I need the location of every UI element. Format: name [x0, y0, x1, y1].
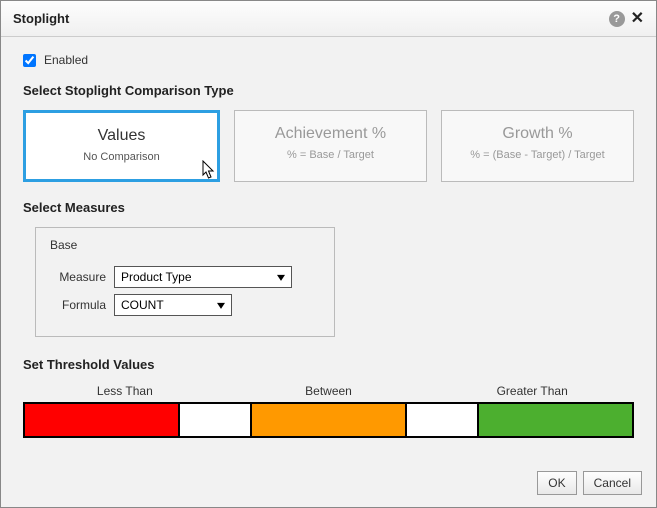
- formula-select[interactable]: COUNT: [114, 294, 232, 316]
- measures-legend: Base: [46, 238, 81, 252]
- enabled-row: Enabled: [23, 53, 634, 67]
- ok-button[interactable]: OK: [537, 471, 576, 495]
- type-card-values[interactable]: Values No Comparison: [23, 110, 220, 182]
- type-card-achievement[interactable]: Achievement % % = Base / Target: [234, 110, 427, 182]
- dialog-title: Stoplight: [13, 11, 609, 26]
- titlebar: Stoplight ? ✕: [1, 1, 656, 37]
- threshold-labels: Less Than Between Greater Than: [23, 384, 634, 398]
- close-icon[interactable]: ✕: [631, 11, 644, 27]
- comparison-type-row: Values No Comparison Achievement % % = B…: [23, 110, 634, 182]
- section-header-measures: Select Measures: [23, 200, 634, 215]
- section-header-threshold: Set Threshold Values: [23, 357, 634, 372]
- type-subtitle: % = (Base - Target) / Target: [450, 149, 625, 161]
- type-title: Achievement %: [243, 125, 418, 143]
- measure-row-measure: Measure Product Type: [50, 266, 320, 288]
- cancel-button[interactable]: Cancel: [583, 471, 642, 495]
- threshold-swatch-low[interactable]: [23, 402, 180, 438]
- measure-select[interactable]: Product Type: [114, 266, 292, 288]
- formula-value: COUNT: [121, 298, 164, 312]
- type-card-growth[interactable]: Growth % % = (Base - Target) / Target: [441, 110, 634, 182]
- threshold-input-low[interactable]: [180, 402, 252, 438]
- type-title: Growth %: [450, 125, 625, 143]
- enabled-checkbox[interactable]: [23, 54, 36, 67]
- type-subtitle: % = Base / Target: [243, 149, 418, 161]
- dialog-footer: OK Cancel: [537, 471, 642, 495]
- stoplight-dialog: Stoplight ? ✕ Enabled Select Stoplight C…: [0, 0, 657, 508]
- help-icon[interactable]: ?: [609, 11, 625, 27]
- titlebar-actions: ? ✕: [609, 11, 644, 27]
- section-header-type: Select Stoplight Comparison Type: [23, 83, 634, 98]
- type-subtitle: No Comparison: [34, 151, 209, 163]
- threshold-label-between: Between: [227, 384, 431, 398]
- threshold-swatch-high[interactable]: [479, 402, 634, 438]
- threshold-label-greater: Greater Than: [430, 384, 634, 398]
- threshold-row: [23, 402, 634, 438]
- measures-box: Base Measure Product Type Formula COUNT: [35, 227, 335, 337]
- threshold-label-less: Less Than: [23, 384, 227, 398]
- measure-row-formula: Formula COUNT: [50, 294, 320, 316]
- threshold-swatch-mid[interactable]: [252, 402, 407, 438]
- measure-label: Measure: [50, 270, 106, 284]
- measure-value: Product Type: [121, 270, 192, 284]
- formula-label: Formula: [50, 298, 106, 312]
- type-title: Values: [34, 127, 209, 145]
- enabled-label: Enabled: [44, 53, 88, 67]
- threshold-input-high[interactable]: [407, 402, 479, 438]
